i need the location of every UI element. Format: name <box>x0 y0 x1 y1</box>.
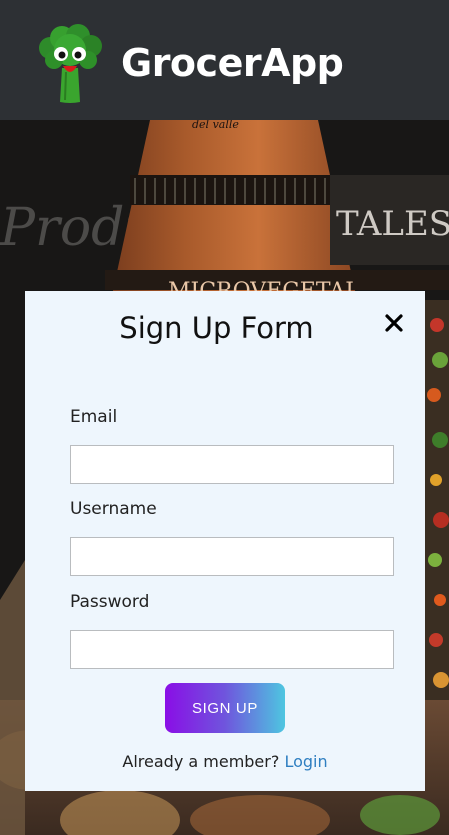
signage-text: del valle <box>192 120 239 131</box>
username-field[interactable] <box>70 537 394 576</box>
close-icon[interactable] <box>382 311 406 335</box>
password-field[interactable] <box>70 630 394 669</box>
member-prompt-text: Already a member? <box>122 752 280 771</box>
password-label: Password <box>70 592 150 612</box>
login-link[interactable]: Login <box>284 752 327 771</box>
email-label: Email <box>70 407 118 427</box>
sign-up-button[interactable]: SIGN UP <box>165 683 285 733</box>
signage-text: TALES V <box>336 204 449 244</box>
modal-title: Sign Up Form <box>119 311 314 345</box>
broccoli-mascot-icon[interactable] <box>36 24 104 104</box>
app-title: GrocerApp <box>121 41 344 85</box>
username-label: Username <box>70 499 157 519</box>
email-field[interactable] <box>70 445 394 484</box>
login-prompt: Already a member? Login <box>25 752 425 771</box>
app-header: GrocerApp <box>0 0 449 120</box>
signup-modal: Sign Up Form Email Username Password SIG… <box>25 291 425 791</box>
